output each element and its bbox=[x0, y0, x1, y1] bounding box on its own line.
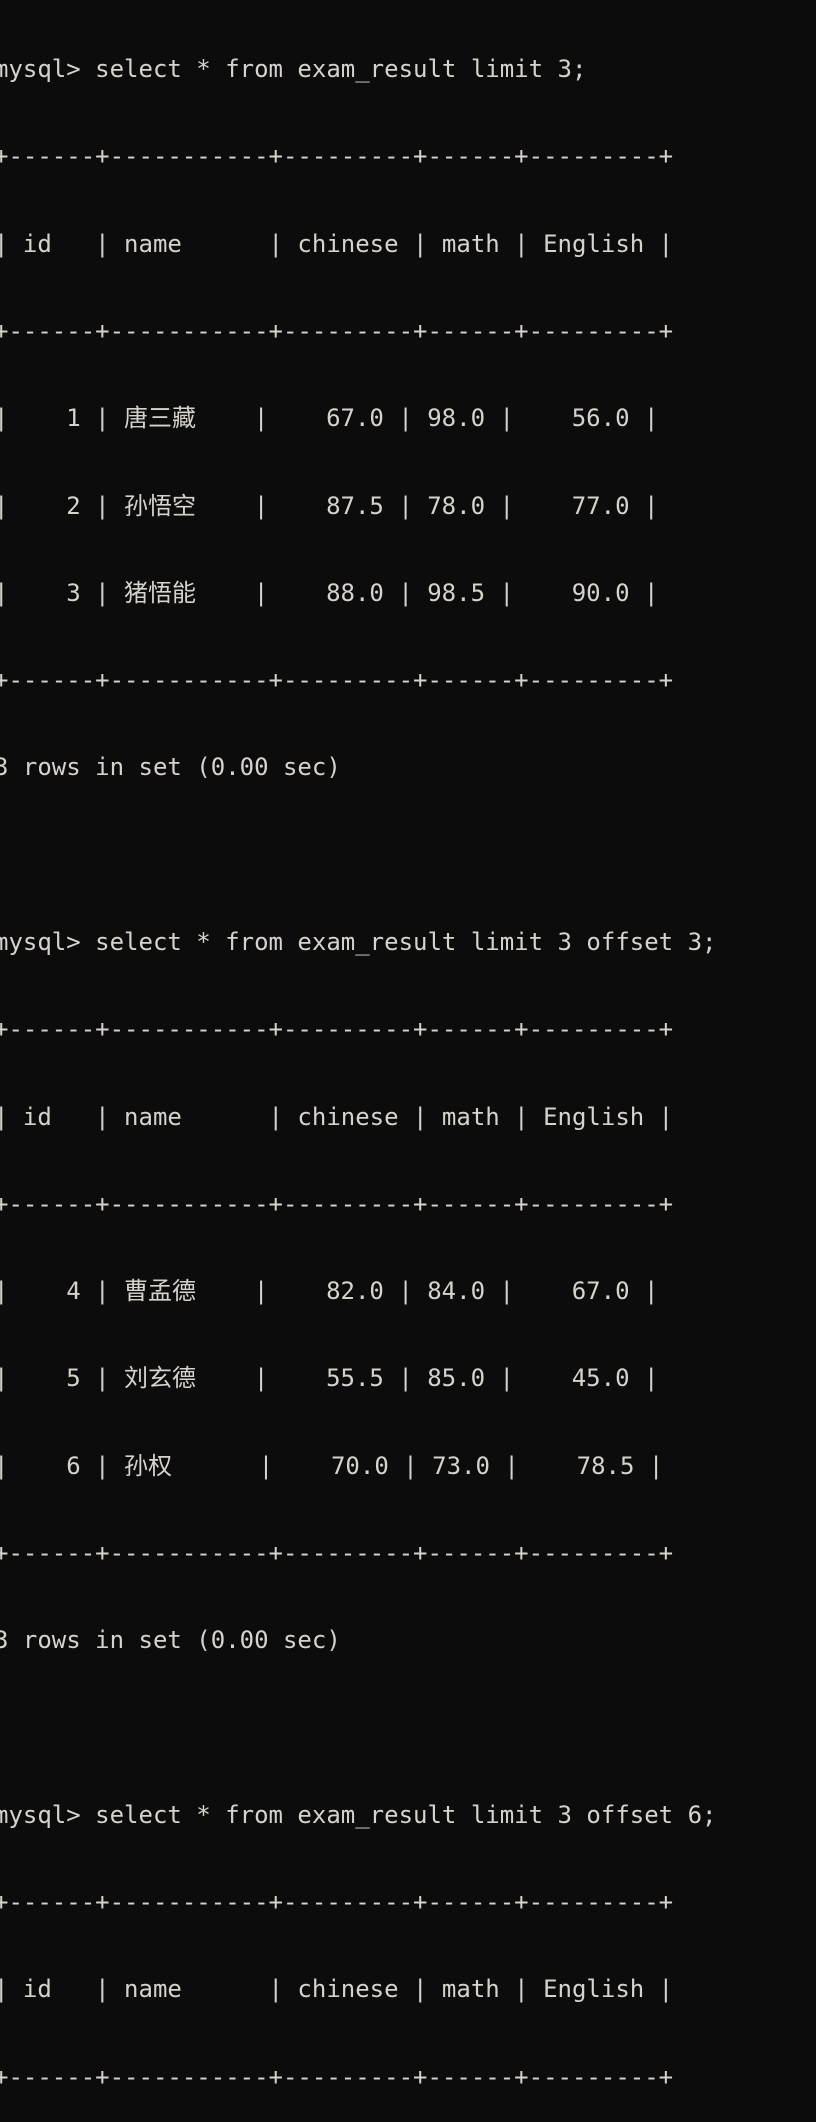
terminal-line: | id | name | chinese | math | English | bbox=[0, 1975, 674, 2004]
terminal-line: +------+-----------+---------+------+---… bbox=[0, 666, 674, 695]
terminal-line: +------+-----------+---------+------+---… bbox=[0, 1538, 674, 1567]
terminal-line: | id | name | chinese | math | English | bbox=[0, 1102, 674, 1131]
terminal-line: +------+-----------+---------+------+---… bbox=[0, 1015, 674, 1044]
terminal-line: +------+-----------+---------+------+---… bbox=[0, 1189, 674, 1218]
terminal-window[interactable]: mysql> select * from exam_result limit 3… bbox=[0, 0, 816, 2091]
terminal-line: mysql> select * from exam_result limit 3… bbox=[0, 1800, 717, 1829]
terminal-screen-buffer[interactable]: mysql> select * from exam_result limit 3… bbox=[0, 0, 816, 2122]
terminal-line: | 2 | 孙悟空 | 87.5 | 78.0 | 77.0 | bbox=[0, 491, 659, 520]
terminal-line: | 3 | 猪悟能 | 88.0 | 98.5 | 90.0 | bbox=[0, 578, 659, 607]
terminal-line: 3 rows in set (0.00 sec) bbox=[0, 753, 341, 782]
terminal-line: mysql> select * from exam_result limit 3… bbox=[0, 928, 717, 956]
terminal-line: +------+-----------+---------+------+---… bbox=[0, 142, 674, 171]
terminal-line: | 5 | 刘玄德 | 55.5 | 85.0 | 45.0 | bbox=[0, 1364, 659, 1393]
terminal-line: | 6 | 孙权 | 70.0 | 73.0 | 78.5 | bbox=[0, 1451, 664, 1480]
terminal-line: | 4 | 曹孟德 | 82.0 | 84.0 | 67.0 | bbox=[0, 1277, 659, 1306]
terminal-line: 3 rows in set (0.00 sec) bbox=[0, 1626, 341, 1655]
terminal-line: +------+-----------+---------+------+---… bbox=[0, 1888, 674, 1917]
terminal-line: mysql> select * from exam_result limit 3… bbox=[0, 55, 587, 84]
terminal-line: | 1 | 唐三藏 | 67.0 | 98.0 | 56.0 | bbox=[0, 404, 659, 433]
terminal-line: +------+-----------+---------+------+---… bbox=[0, 317, 674, 346]
terminal-line: +------+-----------+---------+------+---… bbox=[0, 2062, 674, 2091]
terminal-line: | id | name | chinese | math | English | bbox=[0, 229, 674, 258]
